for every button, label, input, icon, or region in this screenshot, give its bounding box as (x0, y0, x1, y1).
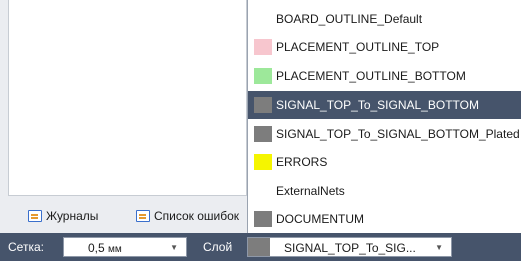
layer-option-label: SIGNAL_TOP_To_SIGNAL_BOTTOM_Plated (276, 127, 520, 141)
layer-select-value: SIGNAL_TOP_To_SIG... (284, 241, 416, 255)
tab-journals[interactable]: Журналы (28, 206, 98, 226)
grid-size-unit: мм (108, 244, 122, 255)
layer-option-label: DOCUMENTUM (276, 212, 364, 226)
layer-option-label: ExternalNets (276, 184, 345, 198)
layer-option[interactable]: BOARD_OUTLINE_Default (248, 5, 521, 33)
layer-color-swatch (254, 11, 272, 27)
layer-color-swatch (254, 154, 272, 170)
layer-option[interactable]: PLACEMENT_OUTLINE_BOTTOM (248, 62, 521, 90)
layer-select[interactable]: SIGNAL_TOP_To_SIG... ▼ (247, 237, 452, 257)
layer-option[interactable]: DOCUMENTUM (248, 205, 521, 233)
layer-option-label: BOARD_OUTLINE_Default (276, 12, 423, 26)
error-list-icon (136, 210, 150, 222)
grid-size-value: 0,5 мм (88, 238, 122, 260)
layer-option-label: PLACEMENT_OUTLINE_TOP (276, 40, 440, 54)
tab-journals-label: Журналы (46, 209, 99, 223)
tab-error-list-label: Список ошибок (154, 209, 240, 223)
grid-label: Сетка: (8, 240, 44, 254)
layer-option-label: SIGNAL_TOP_To_SIGNAL_BOTTOM (276, 98, 479, 112)
status-bar: Сетка: 0,5 мм ▼ Слой SIGNAL_TOP_To_SIG..… (0, 233, 521, 261)
layer-label: Слой (203, 240, 233, 254)
layer-option-label: ERRORS (276, 155, 328, 169)
tab-error-list[interactable]: Список ошибок (136, 206, 247, 226)
layer-option-label: PLACEMENT_OUTLINE_BOTTOM (276, 69, 466, 83)
layer-dropdown-list[interactable]: BOARD_OUTLINE_Default PLACEMENT_OUTLINE_T… (247, 0, 521, 233)
layer-option[interactable]: SIGNAL_TOP_To_SIGNAL_BOTTOM (248, 91, 521, 119)
layer-option[interactable]: SIGNAL_TOP_To_SIGNAL_BOTTOM_Plated (248, 120, 521, 148)
chevron-down-icon: ▼ (435, 243, 443, 252)
layer-color-swatch (254, 68, 272, 84)
layer-color-swatch (254, 126, 272, 142)
log-window-icon (28, 210, 42, 222)
main-panel: Журналы Список ошибок (0, 0, 247, 233)
layer-option[interactable]: PLACEMENT_OUTLINE_TOP (248, 33, 521, 61)
layer-color-swatch (248, 238, 270, 256)
layer-color-swatch (254, 97, 272, 113)
workspace-area (8, 0, 247, 196)
layer-option[interactable]: ExternalNets (248, 177, 521, 205)
layer-color-swatch (254, 39, 272, 55)
grid-size-number: 0,5 (88, 241, 105, 255)
layer-color-swatch (254, 211, 272, 227)
grid-size-select[interactable]: 0,5 мм ▼ (63, 237, 187, 257)
layer-option[interactable]: ERRORS (248, 148, 521, 176)
chevron-down-icon: ▼ (170, 243, 178, 252)
layer-color-swatch (254, 183, 272, 199)
